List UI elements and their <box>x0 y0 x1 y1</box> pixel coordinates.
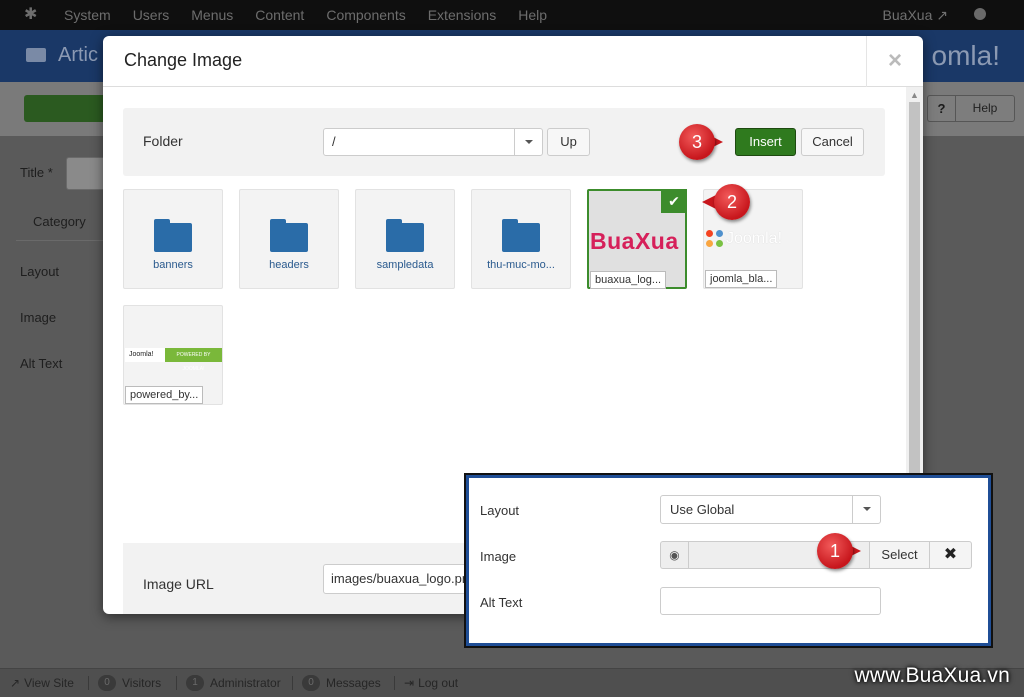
select-image-button[interactable]: Select <box>869 541 930 569</box>
save-button[interactable] <box>24 95 114 122</box>
view-site-link[interactable]: ↗ View Site <box>10 669 74 697</box>
folder-name: sampledata <box>376 259 434 271</box>
inset-image-label: Image <box>480 549 517 564</box>
joomla-logo-image: Joomla! <box>706 230 782 248</box>
up-button[interactable]: Up <box>547 128 590 156</box>
admin-main-menu: System Users Menus Content Components Ex… <box>64 0 569 30</box>
chevron-down-icon[interactable] <box>852 496 880 523</box>
image-label: Image <box>20 310 57 325</box>
check-icon: ✔ <box>661 189 687 213</box>
visitors-count-badge: 0 <box>98 675 116 691</box>
image-url-label: Image URL <box>143 576 214 592</box>
modal-header: Change Image × <box>103 36 923 87</box>
menu-content[interactable]: Content <box>255 0 304 30</box>
insert-button[interactable]: Insert <box>735 128 796 156</box>
folder-icon <box>386 219 424 252</box>
title-input[interactable] <box>66 157 106 190</box>
menu-system[interactable]: System <box>64 0 111 30</box>
folder-item-sampledata[interactable]: sampledata <box>355 189 455 289</box>
menu-users[interactable]: Users <box>133 0 170 30</box>
divider <box>88 676 89 690</box>
visitors-status: 0 Visitors <box>98 669 161 697</box>
folder-item-headers[interactable]: headers <box>239 189 339 289</box>
buaxua-logo-image: BuaXua <box>590 228 679 254</box>
clear-icon[interactable]: ✖ <box>929 541 972 569</box>
joomla-logo-icon[interactable]: ✱ <box>24 6 42 24</box>
help-button-group[interactable]: ? Help <box>927 95 1015 122</box>
layout-label: Layout <box>20 264 60 279</box>
powered-by-joomla-image: Joomla! POWERED BY JOOMLA! <box>125 348 222 372</box>
step-2-marker: 2 <box>702 184 760 220</box>
messages-count-badge: 0 <box>302 675 320 691</box>
admin-count-badge: 1 <box>186 675 204 691</box>
layout-select-value: Use Global <box>670 502 735 517</box>
step-3-marker: 3 <box>679 124 725 160</box>
folder-toolbar: Folder / Up Insert Cancel <box>123 108 885 176</box>
folder-icon <box>154 219 192 252</box>
step-1-marker: 1 <box>817 533 863 569</box>
help-question-icon: ? <box>927 95 955 122</box>
menu-menus[interactable]: Menus <box>191 0 233 30</box>
scroll-up-icon[interactable]: ▲ <box>906 88 923 102</box>
folder-open-icon <box>26 48 46 62</box>
menu-components[interactable]: Components <box>326 0 405 30</box>
title-label: Title * <box>20 165 53 180</box>
tab-divider <box>16 240 106 241</box>
alt-text-label: Alt Text <box>20 356 63 371</box>
alt-text-input[interactable] <box>660 587 881 615</box>
inset-layout-label: Layout <box>480 503 520 518</box>
eye-icon[interactable]: ◉ <box>660 541 688 569</box>
folder-label: Folder <box>143 133 183 149</box>
folder-name: headers <box>269 259 309 271</box>
logout-icon: ⇥ <box>404 676 415 690</box>
administrator-status: 1 Administrator <box>186 669 281 697</box>
divider <box>176 676 177 690</box>
chevron-down-icon[interactable] <box>514 129 542 155</box>
divider <box>394 676 395 690</box>
user-icon[interactable] <box>974 8 986 20</box>
modal-title: Change Image <box>124 50 243 70</box>
close-icon[interactable]: × <box>866 36 923 87</box>
folder-item-banners[interactable]: banners <box>123 189 223 289</box>
divider <box>292 676 293 690</box>
tab-category[interactable]: Category <box>33 214 86 229</box>
folder-icon <box>502 219 540 252</box>
layout-select[interactable]: Use Global <box>660 495 881 524</box>
image-caption: joomla_bla... <box>705 270 778 288</box>
joomla-brand-logo: omla! <box>931 40 1000 71</box>
external-link-icon: ↗ <box>936 7 948 23</box>
step-number: 3 <box>679 124 715 160</box>
inset-alt-text-label: Alt Text <box>480 595 523 610</box>
menu-extensions[interactable]: Extensions <box>428 0 496 30</box>
step-number: 1 <box>817 533 853 569</box>
image-caption: buaxua_log... <box>590 271 667 289</box>
site-watermark: www.BuaXua.vn <box>854 664 1010 687</box>
folder-select[interactable]: / <box>323 128 543 156</box>
image-field-callout: Layout Use Global Image ◉ Select ✖ Alt T… <box>466 475 991 646</box>
admin-topbar: ✱ System Users Menus Content Components … <box>0 0 1024 30</box>
help-button[interactable]: Help <box>955 95 1015 122</box>
messages-status[interactable]: 0 Messages <box>302 669 381 697</box>
folder-select-value: / <box>332 134 336 149</box>
external-link-icon: ↗ <box>10 676 21 690</box>
image-caption: powered_by... <box>125 386 204 404</box>
joomla-star-icon <box>706 230 724 248</box>
image-url-input[interactable]: images/buaxua_logo.png <box>323 564 483 594</box>
page-title: Artic <box>58 44 98 66</box>
folder-item-thu-muc-moi[interactable]: thu-muc-mo... <box>471 189 571 289</box>
cancel-button[interactable]: Cancel <box>801 128 864 156</box>
folder-name: banners <box>153 259 193 271</box>
folder-name: thu-muc-mo... <box>487 259 555 271</box>
step-number: 2 <box>714 184 750 220</box>
logout-link[interactable]: ⇥ Log out <box>404 669 458 697</box>
menu-help[interactable]: Help <box>518 0 547 30</box>
image-item-powered-by[interactable]: Joomla! POWERED BY JOOMLA! powered_by... <box>123 305 223 405</box>
site-name-link[interactable]: BuaXua ↗ <box>883 0 948 30</box>
folder-icon <box>270 219 308 252</box>
image-item-buaxua-logo[interactable]: BuaXua ✔ buaxua_log... <box>587 189 687 289</box>
